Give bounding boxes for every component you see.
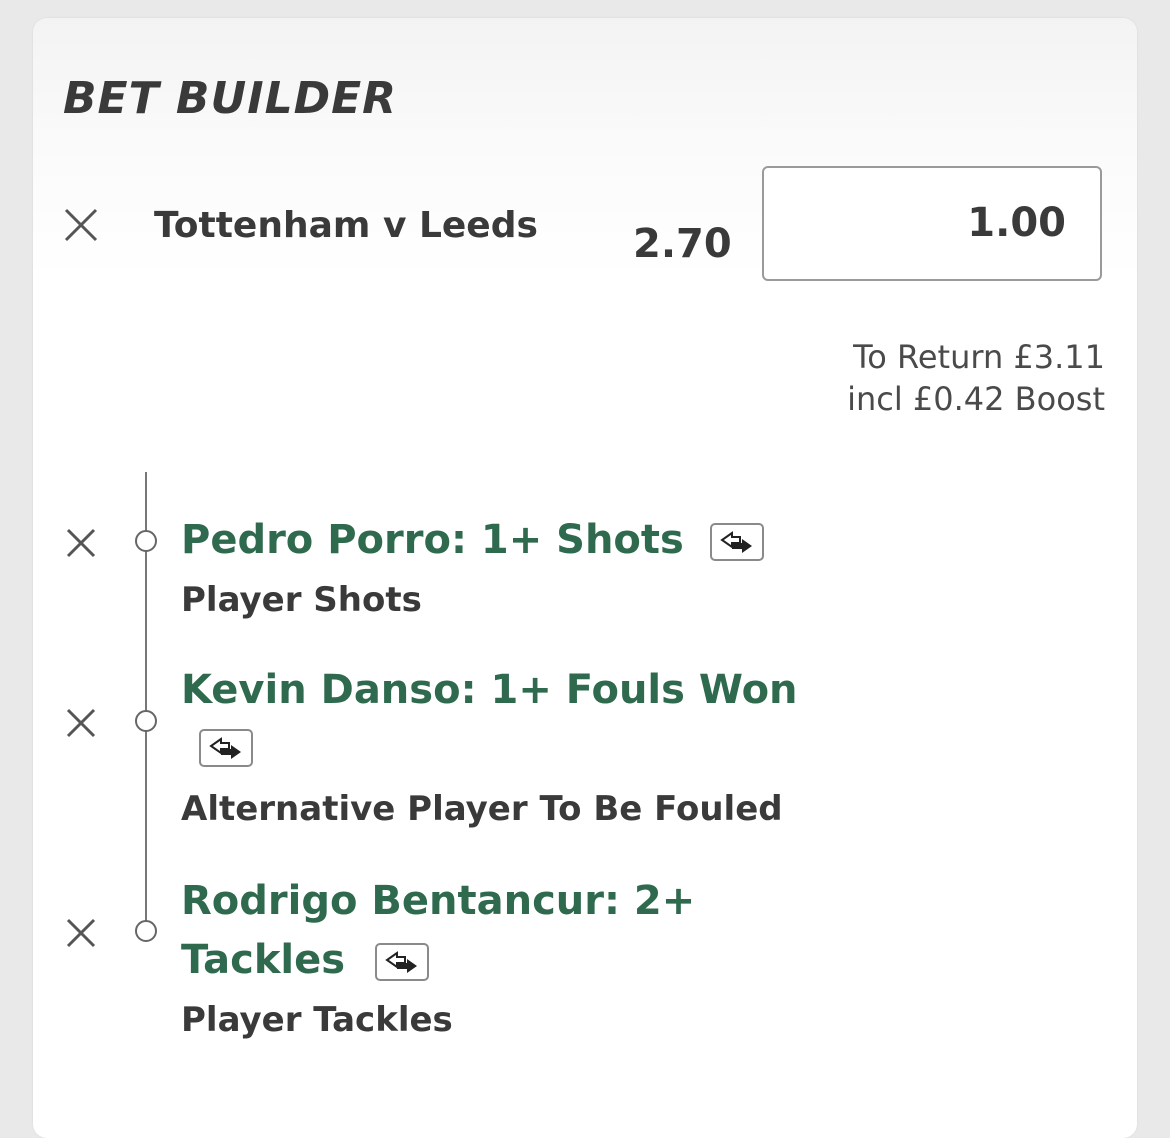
leg-3-market: Player Tackles: [181, 1000, 453, 1040]
leg-2-market: Alternative Player To Be Fouled: [181, 789, 783, 829]
swap-icon[interactable]: [709, 523, 764, 561]
leg-1-title[interactable]: Pedro Porro: 1+ Shots: [181, 510, 764, 570]
remove-leg-1-close-icon[interactable]: [66, 528, 96, 558]
leg-2-title[interactable]: Kevin Danso: 1+ Fouls Won: [181, 660, 798, 720]
swap-icon[interactable]: [199, 729, 253, 767]
timeline-node: [135, 530, 157, 552]
leg-1-title-text: Pedro Porro: 1+ Shots: [181, 517, 684, 563]
leg-1-market: Player Shots: [181, 580, 422, 620]
timeline-node: [135, 710, 157, 732]
boost-text: incl £0.42 Boost: [847, 380, 1105, 418]
return-info: To Return £3.11 incl £0.42 Boost: [847, 336, 1105, 420]
bet-odds: 2.70: [633, 221, 732, 267]
to-return-text: To Return £3.11: [853, 338, 1105, 376]
stake-input[interactable]: 1.00: [762, 166, 1102, 281]
bet-builder-title: BET BUILDER: [63, 73, 398, 124]
remove-leg-2-close-icon[interactable]: [66, 708, 96, 738]
bet-builder-card: BET BUILDER Tottenham v Leeds 2.70 1.00 …: [33, 18, 1137, 1138]
remove-leg-3-close-icon[interactable]: [66, 918, 96, 948]
swap-icon[interactable]: [375, 943, 430, 981]
remove-bet-close-icon[interactable]: [64, 208, 98, 242]
leg-3-title-line-2[interactable]: Tackles: [181, 930, 430, 990]
match-name: Tottenham v Leeds: [154, 205, 538, 246]
leg-3-title-line-1[interactable]: Rodrigo Bentancur: 2+: [181, 871, 695, 931]
leg-3-title-text: Tackles: [181, 937, 346, 983]
timeline-node: [135, 920, 157, 942]
